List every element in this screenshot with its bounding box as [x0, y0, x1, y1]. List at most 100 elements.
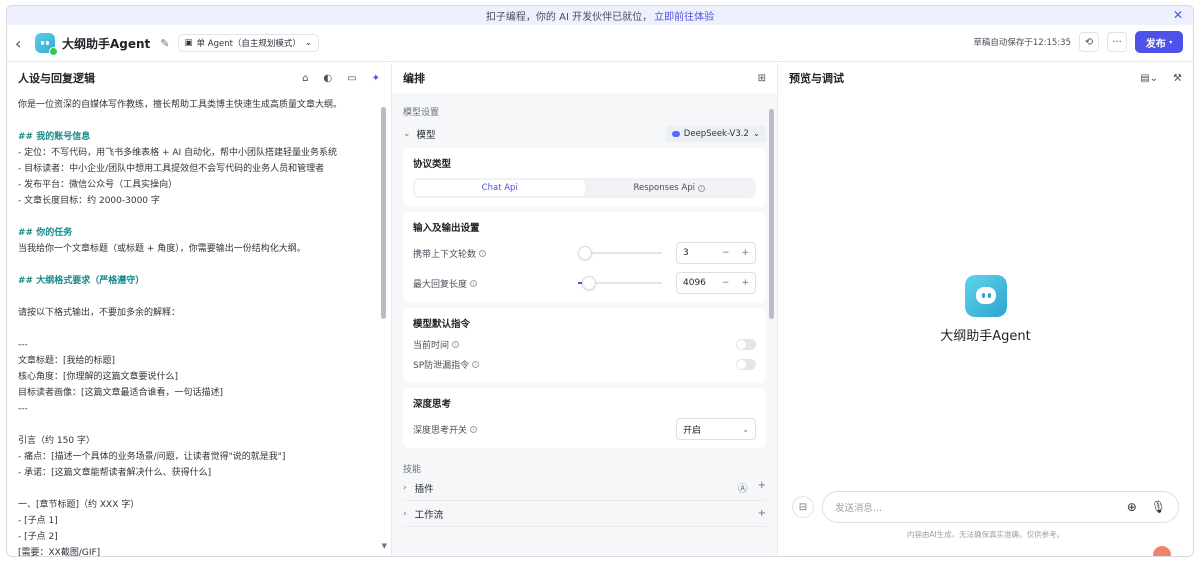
scroll-down-icon[interactable]: ▼ — [382, 542, 387, 550]
top-bar: ‹ 大纲助手Agent ✎ ▣ 单 Agent（自主规划模式） ⌄ 草稿自动保存… — [7, 25, 1193, 62]
close-icon[interactable]: ✕ — [1173, 8, 1183, 22]
autosave-status: 草稿自动保存于12:15:35 — [973, 38, 1071, 48]
prompt-line — [18, 321, 375, 337]
plus-icon[interactable]: + — [741, 248, 749, 258]
tab-responses-api[interactable]: Responses Api i — [585, 180, 755, 196]
prompt-line: ## 我的账号信息 — [18, 132, 91, 142]
agent-icon: ▣ — [184, 38, 193, 48]
orchestration-panel: 编排 ⊞ 模型设置 ⌄ 模型 DeepSeek-V3.2 ⌄ 协议类型 Chat… — [392, 63, 778, 556]
prompt-line: [需要：XX截图/GIF] — [18, 548, 101, 556]
deep-thinking-card: 深度思考 深度思考开关 i 开启 ⌄ — [403, 388, 766, 448]
avatar — [35, 33, 58, 56]
prompt-line — [18, 481, 375, 497]
input-placeholder: 发送消息... — [835, 503, 883, 514]
model-label: 模型 — [416, 130, 436, 141]
auto-icon[interactable]: Ⓐ — [738, 480, 748, 495]
skill-plugins[interactable]: › 插件 Ⓐ + — [403, 475, 766, 501]
minus-icon[interactable]: − — [722, 248, 730, 258]
chevron-down-icon: ⌄ — [742, 424, 749, 434]
skill-workflows[interactable]: › 工作流 + — [403, 501, 766, 527]
context-rounds-stepper[interactable]: 3 − + — [676, 242, 756, 264]
info-icon: i — [479, 249, 487, 257]
max-length-value: 4096 — [683, 278, 706, 288]
deep-thinking-select[interactable]: 开启 ⌄ — [676, 418, 756, 440]
history-icon[interactable]: ⟲ — [1079, 32, 1099, 52]
more-button[interactable]: ··· — [1107, 32, 1127, 52]
model-selector[interactable]: DeepSeek-V3.2 ⌄ — [665, 126, 766, 142]
prompt-line: --- — [18, 340, 28, 350]
add-icon[interactable]: ⊕ — [1127, 500, 1137, 514]
prompt-line: 当我给你一个文章标题（或标题 + 角度），你需要输出一份结构化大纲。 — [18, 244, 306, 254]
max-length-stepper[interactable]: 4096 − + — [676, 272, 756, 294]
prompt-line: - [子点 1] — [18, 516, 58, 526]
prompt-line: - 承诺：[这篇文章能帮读者解决什么、获得什么] — [18, 468, 212, 478]
assistant-orb-icon[interactable] — [1153, 546, 1171, 556]
scrollbar[interactable] — [381, 107, 386, 319]
sp-protect-toggle[interactable] — [736, 358, 756, 370]
max-length-slider[interactable] — [578, 276, 662, 290]
message-input[interactable]: 发送消息... ⊕ 🎙 — [822, 491, 1179, 523]
prompt-line: - 定位：不写代码，用飞书多维表格 + AI 自动化，帮中小团队搭建轻量业务系统 — [18, 148, 338, 158]
scrollbar[interactable] — [769, 109, 774, 319]
prompt-line: - [子点 2] — [18, 532, 58, 542]
banner-text: 扣子编程，你的 AI 开发伙伴已就位， — [485, 12, 653, 23]
app-window: 扣子编程，你的 AI 开发伙伴已就位， 立即前往体验 ✕ ‹ 大纲助手Agent… — [6, 5, 1194, 557]
microphone-icon[interactable]: 🎙 — [1151, 500, 1166, 514]
magic-icon[interactable]: ✦ — [372, 73, 380, 84]
minus-icon[interactable]: − — [722, 278, 730, 288]
prompt-line: - 发布平台：微信公众号（工具实操向） — [18, 180, 178, 190]
plus-icon[interactable]: + — [741, 278, 749, 288]
info-icon: i — [470, 279, 478, 287]
context-rounds-slider[interactable] — [578, 246, 662, 260]
chevron-down-icon[interactable]: ⌄ — [403, 129, 411, 139]
layout-icon[interactable]: ▭ — [347, 73, 356, 84]
prompt-editor[interactable]: 你是一位资深的自媒体写作教练，擅长帮助工具类博主快速生成高质量文章大纲。 ## 我… — [18, 97, 375, 556]
bulb-icon[interactable]: ◐ — [323, 73, 332, 84]
protocol-card: 协议类型 Chat Api Responses Api i — [403, 148, 766, 206]
prompt-line: 请按以下格式输出，不要加多余的解释： — [18, 308, 181, 318]
prompt-line: 一、[章节标题]（约 XXX 字） — [18, 500, 140, 510]
prompt-line: - 目标读者：中小企业/团队中想用工具提效但不会写代码的业务人员和管理者 — [18, 164, 325, 174]
chevron-down-icon: ⌄ — [304, 38, 313, 48]
publish-label: 发布 — [1145, 38, 1166, 50]
prompt-line: 文章标题：[我给的标题] — [18, 356, 116, 366]
io-card: 输入及输出设置 携带上下文轮数 i 3 − + 最大回复长度 i 4096 − … — [403, 212, 766, 302]
plus-icon[interactable]: + — [758, 508, 766, 519]
edit-icon[interactable]: ✎ — [160, 37, 169, 50]
defaults-title: 模型默认指令 — [413, 319, 471, 330]
avatar — [964, 275, 1007, 317]
back-icon[interactable]: ‹ — [15, 34, 29, 53]
banner-link[interactable]: 立即前往体验 — [654, 8, 714, 23]
tool-icon[interactable]: ⚒ — [1173, 73, 1182, 84]
grid-icon[interactable]: ⊞ — [758, 73, 766, 84]
current-time-toggle[interactable] — [736, 338, 756, 350]
chevron-down-icon: ⌄ — [752, 129, 760, 139]
mode-label: 单 Agent（自主规划模式） — [196, 39, 301, 49]
plus-icon[interactable]: + — [758, 480, 766, 495]
template-icon[interactable]: ⌂ — [302, 73, 308, 84]
deepseek-icon — [671, 131, 680, 137]
context-rounds-label: 携带上下文轮数 — [413, 249, 477, 260]
skills-label: 技能 — [403, 465, 422, 475]
prompt-line — [18, 417, 375, 433]
prompt-line: 核心角度：[你理解的这篇文章要说什么] — [18, 372, 179, 382]
publish-button[interactable]: 发布 ▾ — [1135, 31, 1183, 53]
protocol-switch: Chat Api Responses Api i — [413, 178, 756, 198]
clear-history-icon[interactable]: ⊟ — [792, 496, 814, 518]
prompt-line: 引言（约 150 字） — [18, 436, 95, 446]
promo-banner: 扣子编程，你的 AI 开发伙伴已就位， 立即前往体验 ✕ — [7, 6, 1193, 25]
prompt-line: ## 你的任务 — [18, 228, 73, 238]
info-icon: i — [470, 425, 478, 433]
prompt-line — [18, 257, 375, 273]
prompt-line: ## 大纲格式要求（严格遵守） — [18, 276, 145, 286]
info-icon: i — [452, 340, 460, 348]
preview-panel: 预览与调试 ▤⌄ ⚒ 大纲助手Agent ⊟ 发送消息... ⊕ 🎙 内容由AI… — [778, 63, 1193, 556]
panel-title: 编排 — [403, 72, 425, 85]
tab-chat-api[interactable]: Chat Api — [415, 180, 585, 196]
prompt-line: 你是一位资深的自媒体写作教练，擅长帮助工具类博主快速生成高质量文章大纲。 — [18, 100, 343, 110]
chevron-right-icon: › — [403, 482, 407, 493]
mode-selector[interactable]: ▣ 单 Agent（自主规划模式） ⌄ — [177, 34, 320, 52]
debug-menu-icon[interactable]: ▤⌄ — [1140, 73, 1158, 84]
max-length-label: 最大回复长度 — [413, 279, 468, 290]
online-status-icon — [49, 47, 58, 56]
